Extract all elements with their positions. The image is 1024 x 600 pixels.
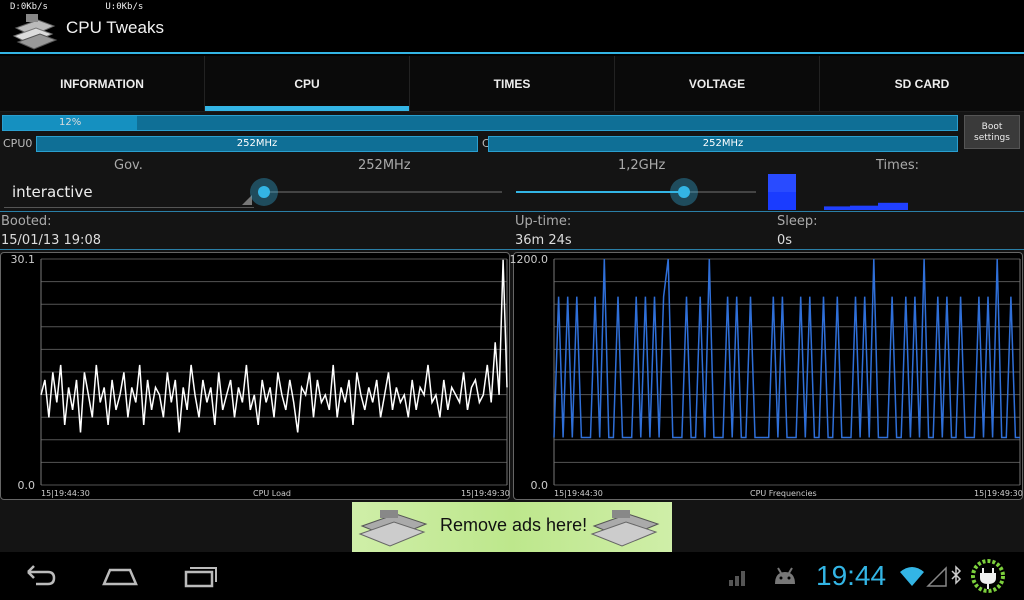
tab-times[interactable]: TIMES xyxy=(410,56,615,111)
cpu-load-title: CPU Load xyxy=(253,489,291,498)
cpu1-frequency-bar: 252MHz xyxy=(488,136,958,152)
times-mini-chart xyxy=(768,174,908,210)
cpu-frequencies-x-end: 15|19:49:30 xyxy=(974,489,1023,498)
signal-bars-icon xyxy=(729,571,745,586)
uptime-value: 36m 24s xyxy=(515,233,572,248)
cpu-load-graph: 30.1 0.0 15|19:44:30 CPU Load 15|19:49:3… xyxy=(0,252,510,500)
bluetooth-icon xyxy=(951,565,962,585)
divider xyxy=(0,249,1024,250)
cpu-frequencies-ytick-bottom: 0.0 xyxy=(530,479,549,492)
battery-charging-icon xyxy=(971,559,1005,593)
cpu-frequencies-graph: 1200.0 0.0 15|19:44:30 CPU Frequencies 1… xyxy=(509,252,1023,500)
recent-apps-icon[interactable] xyxy=(180,562,220,590)
tab-sd-card[interactable]: SD CARD xyxy=(820,56,1024,111)
divider xyxy=(0,211,1024,212)
times-header: Times: xyxy=(876,158,919,173)
cpu0-frequency-bar: 252MHz xyxy=(36,136,478,152)
times-bar-highlight xyxy=(768,174,796,192)
cpu-frequencies-x-start: 15|19:44:30 xyxy=(554,489,603,498)
cpu-load-plot xyxy=(40,258,508,486)
cpu0-frequency: 252MHz xyxy=(236,138,278,149)
remove-ads-text: Remove ads here! xyxy=(440,515,588,535)
uptime-label: Up-time: xyxy=(515,214,572,229)
ad-chip-icon xyxy=(358,510,428,547)
sleep-value: 0s xyxy=(777,233,793,248)
boot-settings-button[interactable]: Boot settings xyxy=(964,115,1020,149)
tab-information[interactable]: INFORMATION xyxy=(0,56,205,111)
governor-value: interactive xyxy=(12,183,93,201)
tab-cpu[interactable]: CPU xyxy=(205,56,410,111)
cpu-load-x-end: 15|19:49:30 xyxy=(461,489,510,498)
download-speed: D:0Kb/s xyxy=(10,2,48,12)
tab-bar: INFORMATION CPU TIMES VOLTAGE SD CARD xyxy=(0,56,1024,112)
app-logo-icon[interactable] xyxy=(12,12,58,50)
times-bar xyxy=(850,205,878,210)
min-frequency-slider-thumb[interactable] xyxy=(250,178,278,206)
home-icon[interactable] xyxy=(100,562,140,590)
action-bar: D:0Kb/s U:0Kb/s CPU Tweaks xyxy=(0,0,1024,54)
times-bar xyxy=(824,206,850,210)
upload-speed: U:0Kb/s xyxy=(105,2,144,12)
governor-select[interactable]: interactive xyxy=(4,178,254,208)
status-clock: 19:44 xyxy=(816,560,887,591)
cpu-load-ytick-top: 30.1 xyxy=(10,253,36,266)
back-icon[interactable] xyxy=(20,562,60,590)
governor-header: Gov. xyxy=(114,158,143,173)
times-bar xyxy=(878,202,908,210)
cpu-load-x-start: 15|19:44:30 xyxy=(41,489,90,498)
max-frequency-slider-fill xyxy=(516,191,684,193)
booted-label: Booted: xyxy=(1,214,52,229)
min-frequency-slider[interactable] xyxy=(264,191,502,193)
remove-ads-banner[interactable]: Remove ads here! xyxy=(352,502,672,552)
cpu-frequencies-title: CPU Frequencies xyxy=(750,489,817,498)
series-line xyxy=(40,259,508,433)
cpu-load-ytick-bottom: 0.0 xyxy=(17,479,36,492)
network-speed-readout: D:0Kb/s U:0Kb/s xyxy=(10,2,195,12)
cpu-load-label: 12% xyxy=(59,117,82,128)
cpu-frequencies-plot xyxy=(553,258,1021,486)
max-frequency-slider-thumb[interactable] xyxy=(670,178,698,206)
ad-chip-icon xyxy=(590,510,660,547)
min-frequency-header: 252MHz xyxy=(358,158,411,173)
boot-settings-line2: settings xyxy=(974,133,1010,143)
cpu-frequencies-ytick-top: 1200.0 xyxy=(509,253,549,266)
cpu0-label: CPU0 xyxy=(3,137,33,150)
app-title: CPU Tweaks xyxy=(66,18,164,37)
android-debug-icon xyxy=(775,567,795,584)
cpu-load-bar: 12% xyxy=(2,115,958,131)
booted-value: 15/01/13 19:08 xyxy=(1,233,101,248)
series-line xyxy=(553,258,1020,439)
cpu1-frequency: 252MHz xyxy=(702,138,744,149)
tab-voltage[interactable]: VOLTAGE xyxy=(615,56,820,111)
wifi-icon xyxy=(900,567,924,586)
max-frequency-header: 1,2GHz xyxy=(618,158,666,173)
cell-signal-icon xyxy=(926,566,947,587)
sleep-label: Sleep: xyxy=(777,214,818,229)
boot-settings-line1: Boot xyxy=(981,122,1003,132)
system-navigation-bar: 19:44 xyxy=(0,552,1024,600)
